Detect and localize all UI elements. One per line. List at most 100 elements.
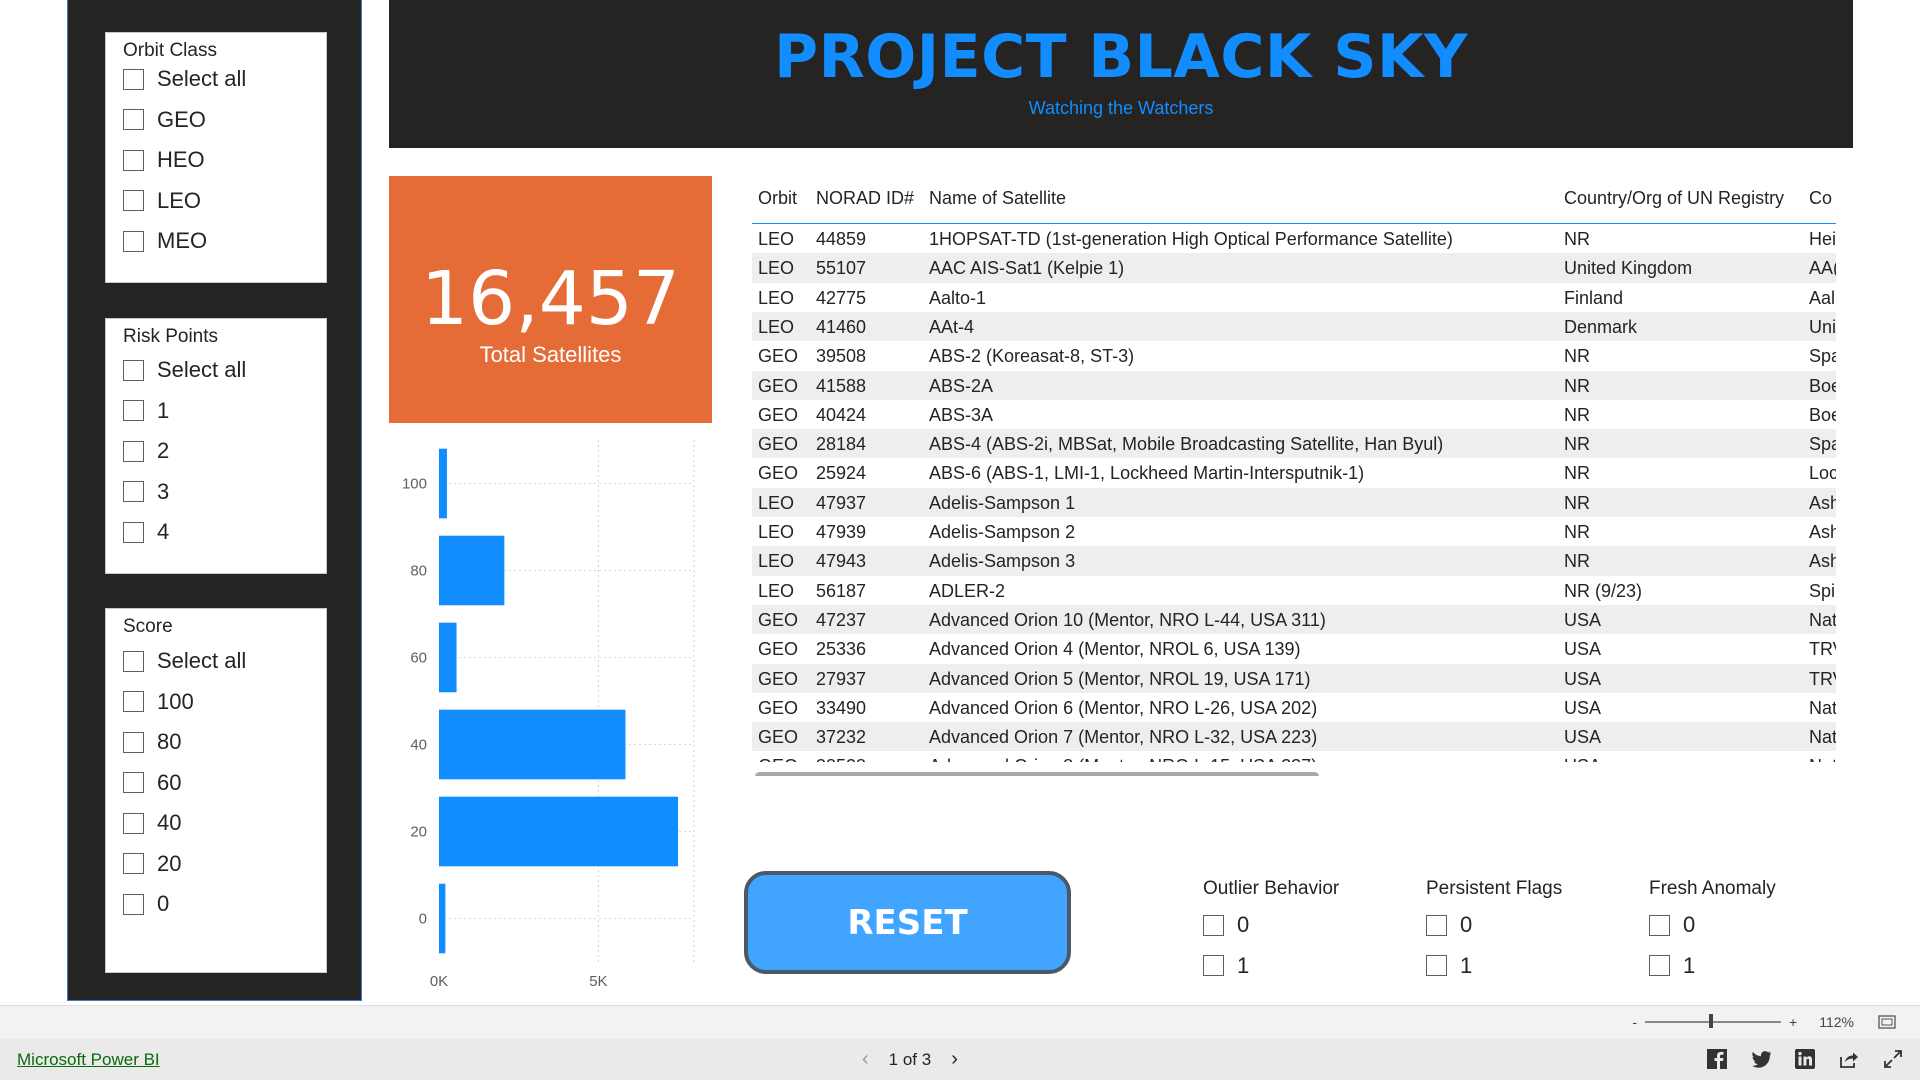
checkbox[interactable] [123, 400, 144, 421]
checkbox[interactable] [123, 190, 144, 211]
column-header-country[interactable]: Country/Org of UN Registry [1564, 188, 1784, 209]
table-row[interactable]: GEO 25924 ABS-6 (ABS-1, LMI-1, Lockheed Ma… [752, 458, 1836, 487]
checkbox[interactable] [123, 731, 144, 753]
checkbox[interactable] [123, 68, 144, 90]
column-header-norad-id[interactable]: NORAD ID# [816, 188, 914, 209]
table-row[interactable]: GEO 28184 ABS-4 (ABS-2i, MBSat, Mobile Bro… [752, 429, 1836, 459]
horizontal-scrollbar[interactable] [755, 772, 1319, 776]
table-row[interactable]: GEO 37232 Advanced Orion 7 (Mentor, NRO L-… [752, 722, 1836, 752]
checkbox[interactable] [123, 650, 144, 672]
table-row[interactable]: LEO 44859 1HOPSAT-TD (1st-generation High … [752, 224, 1836, 253]
table-row[interactable]: LEO 56187 ADLER-2 NR (9/23) Spi [752, 576, 1836, 605]
slicer-option-1[interactable]: 1 [1649, 951, 1695, 981]
kpi-value: 16,457 [421, 256, 680, 342]
checkbox[interactable] [123, 230, 144, 252]
table-cell: GEO [758, 639, 799, 660]
slicer-option-1[interactable]: 1 [1426, 951, 1472, 981]
table-row[interactable]: GEO 33490 Advanced Orion 6 (Mentor, NRO L-… [752, 693, 1836, 722]
share-icon[interactable] [1838, 1048, 1860, 1070]
checkbox[interactable] [123, 359, 144, 381]
slicer-option-4[interactable]: 4 [123, 517, 169, 547]
reset-button[interactable]: RESET [744, 871, 1071, 974]
slicer-option-1[interactable]: 1 [1203, 951, 1249, 981]
checkbox[interactable] [123, 481, 144, 502]
table-row[interactable]: GEO 39508 ABS-2 (Koreasat-8, ST-3) NR Spa [752, 341, 1836, 370]
bar-40[interactable] [439, 709, 626, 780]
slicer-option-meo[interactable]: MEO [123, 226, 207, 256]
slicer-option-80[interactable]: 80 [123, 727, 181, 757]
slicer-option-60[interactable]: 60 [123, 768, 181, 798]
table-row[interactable]: LEO 55107 AAC AIS-Sat1 (Kelpie 1) United Ki… [752, 253, 1836, 283]
slicer-option-label: 0 [1237, 912, 1250, 937]
checkbox[interactable] [123, 521, 144, 543]
slicer-option-3[interactable]: 3 [123, 477, 169, 507]
next-page-icon[interactable]: › [951, 1048, 958, 1071]
checkbox[interactable] [123, 149, 144, 171]
y-tick-label: 0 [419, 911, 427, 928]
table-row[interactable]: LEO 47943 Adelis-Sampson 3 NR Ash [752, 546, 1836, 576]
bar-80[interactable] [439, 535, 505, 606]
slicer-option-label: 100 [157, 688, 194, 714]
zoom-slider[interactable] [1645, 1014, 1782, 1028]
checkbox[interactable] [1426, 955, 1447, 976]
slicer-option-select-all[interactable]: Select all [123, 646, 246, 676]
slicer-option-0[interactable]: 0 [1426, 910, 1472, 940]
slicer-option-20[interactable]: 20 [123, 849, 181, 879]
bar-0[interactable] [439, 883, 446, 954]
slicer-option-0[interactable]: 0 [123, 889, 169, 919]
table-row[interactable]: GEO38528Advanced Orion 8 (Mentor, NRO L-… [752, 751, 1836, 762]
checkbox[interactable] [123, 812, 144, 834]
zoom-slider-thumb[interactable] [1709, 1014, 1714, 1028]
table-row[interactable]: GEO 40424 ABS-3A NR Boe [752, 400, 1836, 429]
slicer-option-0[interactable]: 0 [1203, 910, 1249, 940]
table-cell: Adelis-Sampson 2 [929, 522, 1076, 542]
bar-60[interactable] [439, 622, 457, 693]
column-header-name[interactable]: Name of Satellite [929, 188, 1066, 209]
slicer-option-geo[interactable]: GEO [123, 105, 206, 135]
bar-100[interactable] [439, 448, 447, 519]
power-bi-link[interactable]: Microsoft Power BI [17, 1050, 160, 1070]
previous-page-icon[interactable]: ‹ [862, 1048, 869, 1071]
checkbox[interactable] [1649, 955, 1670, 976]
table-row[interactable]: GEO 27937 Advanced Orion 5 (Mentor, NROL 1… [752, 663, 1836, 693]
fit-page-icon[interactable] [1878, 1015, 1896, 1029]
checkbox[interactable] [123, 853, 144, 874]
facebook-icon[interactable] [1706, 1048, 1728, 1070]
checkbox[interactable] [1426, 914, 1447, 936]
slicer-option-leo[interactable]: LEO [123, 186, 201, 216]
column-header-orbit[interactable]: Orbit [758, 188, 797, 209]
table-row[interactable]: LEO 47939 Adelis-Sampson 2 NR Ash [752, 517, 1836, 546]
twitter-icon[interactable] [1750, 1048, 1772, 1070]
slicer-option-select-all[interactable]: Select all [123, 64, 246, 94]
table-row[interactable]: GEO 25336 Advanced Orion 4 (Mentor, NROL 6… [752, 634, 1836, 663]
table-row[interactable]: GEO 47237 Advanced Orion 10 (Mentor, NRO L… [752, 604, 1836, 635]
table-row[interactable]: LEO 42775 Aalto-1 Finland Aal [752, 283, 1836, 312]
slicer-option-1[interactable]: 1 [123, 396, 169, 426]
bar-20[interactable] [439, 796, 679, 867]
checkbox[interactable] [123, 772, 144, 793]
column-header-contractor[interactable]: Co [1809, 188, 1836, 209]
linkedin-icon[interactable] [1794, 1048, 1816, 1070]
fullscreen-icon[interactable] [1882, 1048, 1904, 1070]
table-cell: 40424 [816, 404, 867, 425]
checkbox[interactable] [123, 691, 144, 712]
slicer-option-heo[interactable]: HEO [123, 145, 205, 175]
slicer-option-40[interactable]: 40 [123, 808, 181, 838]
table-cell: ABS-4 (ABS-2i, MBSat, Mobile Broadcastin… [929, 434, 1444, 455]
zoom-out-button[interactable]: - [1632, 1014, 1637, 1030]
slicer-option-select-all[interactable]: Select all [123, 355, 246, 385]
table-row[interactable]: LEO 41460 AAt-4 Denmark Uni [752, 311, 1836, 342]
slicer-option-0[interactable]: 0 [1649, 910, 1695, 940]
checkbox[interactable] [123, 440, 144, 462]
slicer-option-100[interactable]: 100 [123, 687, 194, 717]
checkbox[interactable] [123, 109, 144, 130]
zoom-in-button[interactable]: + [1789, 1014, 1797, 1030]
table-row[interactable]: LEO 47937 Adelis-Sampson 1 NR Ash [752, 487, 1836, 517]
checkbox[interactable] [1203, 914, 1224, 936]
x-tick-label: 5K [589, 973, 607, 990]
checkbox[interactable] [1649, 914, 1670, 936]
checkbox[interactable] [123, 893, 144, 915]
checkbox[interactable] [1203, 955, 1224, 976]
table-row[interactable]: GEO 41588 ABS-2A NR Boe [752, 370, 1836, 400]
slicer-option-2[interactable]: 2 [123, 436, 169, 466]
